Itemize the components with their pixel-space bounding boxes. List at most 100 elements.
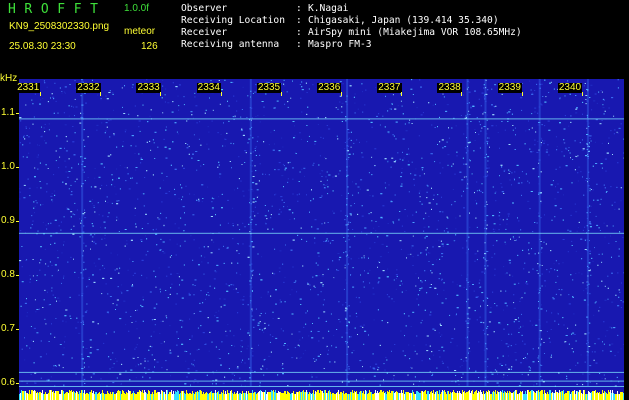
noise-speck xyxy=(525,130,527,132)
noise-speck xyxy=(320,136,322,138)
noise-speck xyxy=(527,374,529,376)
noise-speck xyxy=(515,359,517,361)
noise-speck xyxy=(589,180,590,182)
noise-speck xyxy=(486,224,488,226)
noise-speck xyxy=(401,291,403,293)
noise-speck xyxy=(338,259,340,261)
noise-speck xyxy=(547,144,549,146)
noise-speck xyxy=(151,346,153,348)
noise-speck xyxy=(194,365,195,367)
noise-speck xyxy=(402,159,404,161)
noise-speck xyxy=(480,286,482,288)
noise-speck xyxy=(92,225,94,227)
noise-speck xyxy=(39,269,41,271)
noise-speck xyxy=(54,190,56,192)
noise-speck xyxy=(479,316,481,318)
noise-speck xyxy=(519,298,521,300)
noise-speck xyxy=(291,333,293,335)
noise-speck xyxy=(364,227,367,229)
noise-speck xyxy=(619,291,621,293)
noise-speck xyxy=(310,200,312,202)
noise-speck xyxy=(213,241,215,243)
noise-speck xyxy=(518,320,520,322)
noise-speck xyxy=(231,167,232,169)
noise-speck xyxy=(609,344,611,346)
noise-speck xyxy=(50,235,53,237)
noise-speck xyxy=(541,83,543,85)
noise-speck xyxy=(359,360,362,362)
noise-speck xyxy=(518,327,520,329)
noise-speck xyxy=(494,303,496,304)
noise-speck xyxy=(601,142,603,144)
noise-speck xyxy=(165,290,167,291)
noise-speck xyxy=(478,133,480,135)
noise-speck xyxy=(165,88,167,90)
noise-speck xyxy=(582,139,583,141)
noise-speck xyxy=(445,110,448,112)
noise-speck xyxy=(43,299,45,301)
noise-speck xyxy=(357,108,359,110)
noise-speck xyxy=(569,230,572,232)
noise-speck xyxy=(361,156,364,158)
noise-speck xyxy=(74,181,76,183)
noise-speck xyxy=(493,331,495,333)
noise-speck xyxy=(528,271,530,273)
noise-speck xyxy=(118,177,120,179)
noise-speck xyxy=(417,254,419,256)
noise-speck xyxy=(141,228,143,229)
noise-speck xyxy=(130,145,132,147)
noise-speck xyxy=(137,357,139,358)
noise-speck xyxy=(141,274,143,276)
noise-speck xyxy=(76,317,78,319)
noise-speck xyxy=(531,127,533,129)
noise-speck xyxy=(465,320,467,322)
noise-speck xyxy=(590,205,592,207)
noise-speck xyxy=(275,303,277,305)
noise-speck xyxy=(541,145,542,147)
noise-speck xyxy=(20,120,22,122)
noise-speck xyxy=(211,208,214,210)
noise-speck xyxy=(407,215,408,217)
noise-speck xyxy=(617,162,619,164)
noise-speck xyxy=(115,309,116,310)
noise-speck xyxy=(143,205,145,207)
noise-speck xyxy=(570,214,572,216)
noise-speck xyxy=(269,334,271,336)
noise-speck xyxy=(355,183,357,185)
noise-speck xyxy=(589,178,590,179)
noise-speck xyxy=(572,332,575,334)
noise-speck xyxy=(395,278,397,280)
noise-speck xyxy=(344,219,346,221)
noise-speck xyxy=(343,237,345,238)
noise-speck xyxy=(69,296,71,298)
noise-speck xyxy=(362,366,363,368)
noise-speck xyxy=(620,187,622,189)
noise-speck xyxy=(383,382,385,384)
noise-speck xyxy=(265,173,266,175)
noise-speck xyxy=(444,146,447,148)
noise-speck xyxy=(57,257,59,259)
noise-speck xyxy=(333,212,335,214)
noise-speck xyxy=(573,334,576,335)
noise-speck xyxy=(255,116,257,117)
noise-speck xyxy=(599,230,601,231)
noise-speck xyxy=(355,312,357,314)
noise-speck xyxy=(404,355,406,357)
noise-speck xyxy=(600,198,602,200)
noise-speck xyxy=(447,217,449,219)
noise-speck xyxy=(73,154,76,156)
noise-speck xyxy=(239,274,241,276)
noise-speck xyxy=(223,262,225,264)
noise-speck xyxy=(64,147,65,149)
noise-speck xyxy=(461,365,463,366)
noise-speck xyxy=(283,165,285,167)
noise-speck xyxy=(541,379,543,381)
noise-speck xyxy=(356,379,357,381)
noise-speck xyxy=(184,240,186,242)
noise-speck xyxy=(163,224,165,226)
noise-speck xyxy=(56,135,58,137)
noise-speck xyxy=(260,313,262,314)
noise-speck xyxy=(509,171,511,172)
noise-speck xyxy=(476,203,478,205)
noise-speck xyxy=(391,103,393,105)
